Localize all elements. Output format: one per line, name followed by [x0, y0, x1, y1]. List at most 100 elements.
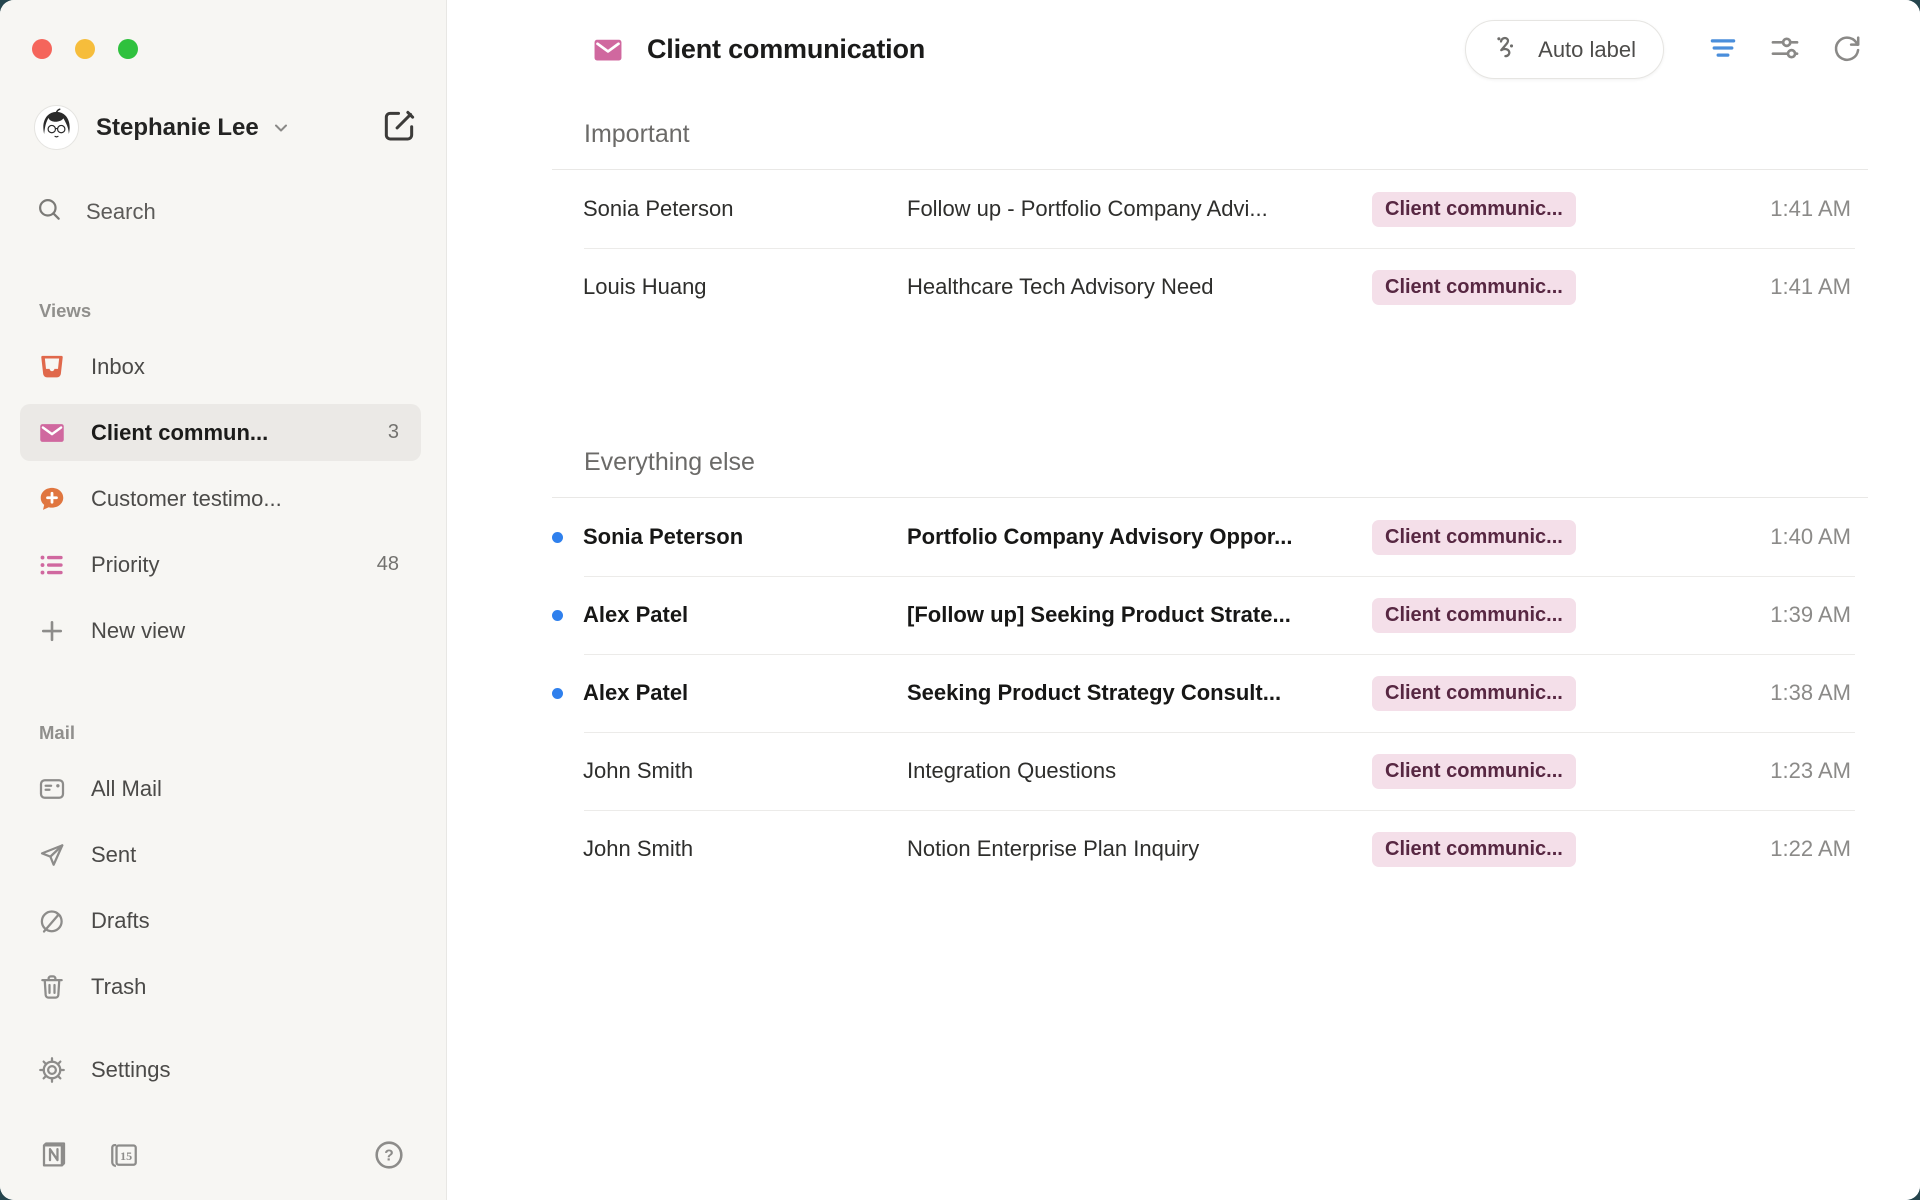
settings-label: Settings — [91, 1057, 171, 1083]
sidebar-item-label: All Mail — [91, 776, 162, 802]
sidebar-item-trash[interactable]: Trash — [20, 958, 421, 1015]
email-row[interactable]: John SmithNotion Enterprise Plan Inquiry… — [552, 810, 1868, 888]
count-badge: 3 — [388, 421, 399, 444]
sidebar-nav: Views Inbox Client commun... 3 Customer test… — [0, 238, 446, 1024]
compose-button[interactable] — [380, 107, 418, 148]
email-list: ImportantSonia PetersonFollow up - Portf… — [447, 99, 1920, 1200]
sidebar-item-drafts[interactable]: Drafts — [20, 892, 421, 949]
email-sender: Alex Patel — [583, 602, 907, 628]
filter-button[interactable] — [1702, 29, 1744, 71]
envelope-icon — [37, 418, 67, 448]
email-row[interactable]: Alex PatelSeeking Product Strategy Consu… — [552, 654, 1868, 732]
sidebar-section-label: Views — [39, 300, 446, 322]
trash-icon — [37, 972, 67, 1002]
sidebar-item-client-commun[interactable]: Client commun... 3 — [20, 404, 421, 461]
account-switcher[interactable]: Stephanie Lee — [34, 105, 418, 150]
label-badge: Client communic... — [1372, 270, 1576, 305]
draft-icon — [37, 906, 67, 936]
filter-icon — [1706, 31, 1740, 68]
search-icon — [35, 195, 63, 229]
svg-text:?: ? — [384, 1147, 394, 1164]
display-settings-button[interactable] — [1764, 29, 1806, 71]
auto-label-text: Auto label — [1538, 37, 1636, 63]
zoom-button[interactable] — [118, 39, 138, 59]
sidebar-section-label: Mail — [39, 722, 446, 744]
window-controls — [0, 0, 446, 59]
email-row[interactable]: Louis HuangHealthcare Tech Advisory Need… — [552, 248, 1868, 326]
close-button[interactable] — [32, 39, 52, 59]
avatar — [34, 105, 79, 150]
unread-dot — [552, 688, 563, 699]
email-subject: Healthcare Tech Advisory Need — [907, 274, 1372, 300]
compose-icon — [380, 107, 418, 148]
email-subject: Portfolio Company Advisory Oppor... — [907, 524, 1372, 550]
page-title: Client communication — [647, 34, 925, 65]
email-time: 1:38 AM — [1625, 680, 1868, 706]
sidebar-footer: 15 ? — [38, 1132, 406, 1178]
priority-list-icon — [37, 550, 67, 580]
plus-icon — [37, 616, 67, 646]
label-badge: Client communic... — [1372, 832, 1576, 867]
sidebar-item-customer-testimo[interactable]: Customer testimo... — [20, 470, 421, 527]
section-title: Important — [552, 99, 1868, 170]
refresh-icon — [1831, 32, 1863, 67]
svg-text:15: 15 — [120, 1149, 132, 1163]
email-subject: Notion Enterprise Plan Inquiry — [907, 836, 1372, 862]
sidebar-item-inbox[interactable]: Inbox — [20, 338, 421, 395]
sidebar-item-new-view[interactable]: New view — [20, 602, 421, 659]
unread-dot — [552, 610, 563, 621]
sidebar-item-all-mail[interactable]: All Mail — [20, 760, 421, 817]
sidebar-item-label: New view — [91, 618, 185, 644]
email-row[interactable]: Alex Patel[Follow up] Seeking Product St… — [552, 576, 1868, 654]
auto-label-icon — [1493, 32, 1523, 68]
email-subject: Follow up - Portfolio Company Advi... — [907, 196, 1372, 222]
help-button[interactable]: ? — [372, 1138, 406, 1172]
email-section: Everything elseSonia PetersonPortfolio C… — [552, 427, 1868, 888]
email-section: ImportantSonia PetersonFollow up - Portf… — [552, 99, 1868, 326]
email-sender: Sonia Peterson — [583, 196, 907, 222]
label-badge: Client communic... — [1372, 192, 1576, 227]
email-sender: John Smith — [583, 758, 907, 784]
auto-label-button[interactable]: Auto label — [1465, 20, 1664, 79]
email-subject: [Follow up] Seeking Product Strate... — [907, 602, 1372, 628]
label-icon — [591, 33, 625, 67]
send-icon — [37, 840, 67, 870]
email-sender: Sonia Peterson — [583, 524, 907, 550]
chevron-down-icon — [271, 118, 291, 138]
sidebar-item-priority[interactable]: Priority48 — [20, 536, 421, 593]
sidebar-item-sent[interactable]: Sent — [20, 826, 421, 883]
email-time: 1:39 AM — [1625, 602, 1868, 628]
email-row[interactable]: John SmithIntegration QuestionsClient co… — [552, 732, 1868, 810]
email-row[interactable]: Sonia PetersonPortfolio Company Advisory… — [552, 498, 1868, 576]
notion-logo-icon[interactable] — [38, 1139, 70, 1171]
email-time: 1:41 AM — [1625, 274, 1868, 300]
email-row[interactable]: Sonia PetersonFollow up - Portfolio Comp… — [552, 170, 1868, 248]
sidebar-item-label: Client commun... — [91, 420, 268, 446]
gear-icon — [37, 1055, 67, 1085]
label-badge: Client communic... — [1372, 598, 1576, 633]
sidebar-item-label: Drafts — [91, 908, 150, 934]
email-sender: Alex Patel — [583, 680, 907, 706]
sidebar-item-label: Inbox — [91, 354, 145, 380]
sidebar-item-settings[interactable]: Settings — [20, 1041, 421, 1098]
main-panel: Client communication Auto label — [447, 0, 1920, 1200]
sidebar-item-label: Priority — [91, 552, 159, 578]
email-subject: Seeking Product Strategy Consult... — [907, 680, 1372, 706]
search-label: Search — [86, 199, 156, 225]
header-controls: Auto label — [1465, 20, 1868, 79]
search-item[interactable]: Search — [15, 186, 426, 238]
minimize-button[interactable] — [75, 39, 95, 59]
chat-plus-icon — [37, 484, 67, 514]
email-sender: John Smith — [583, 836, 907, 862]
email-sender: Louis Huang — [583, 274, 907, 300]
user-name: Stephanie Lee — [96, 114, 259, 142]
all-mail-icon — [37, 774, 67, 804]
calendar-icon[interactable]: 15 — [108, 1139, 140, 1171]
unread-dot — [552, 532, 563, 543]
view-header: Client communication Auto label — [447, 0, 1920, 99]
label-badge: Client communic... — [1372, 676, 1576, 711]
email-time: 1:23 AM — [1625, 758, 1868, 784]
refresh-button[interactable] — [1826, 29, 1868, 71]
email-subject: Integration Questions — [907, 758, 1372, 784]
label-badge: Client communic... — [1372, 754, 1576, 789]
